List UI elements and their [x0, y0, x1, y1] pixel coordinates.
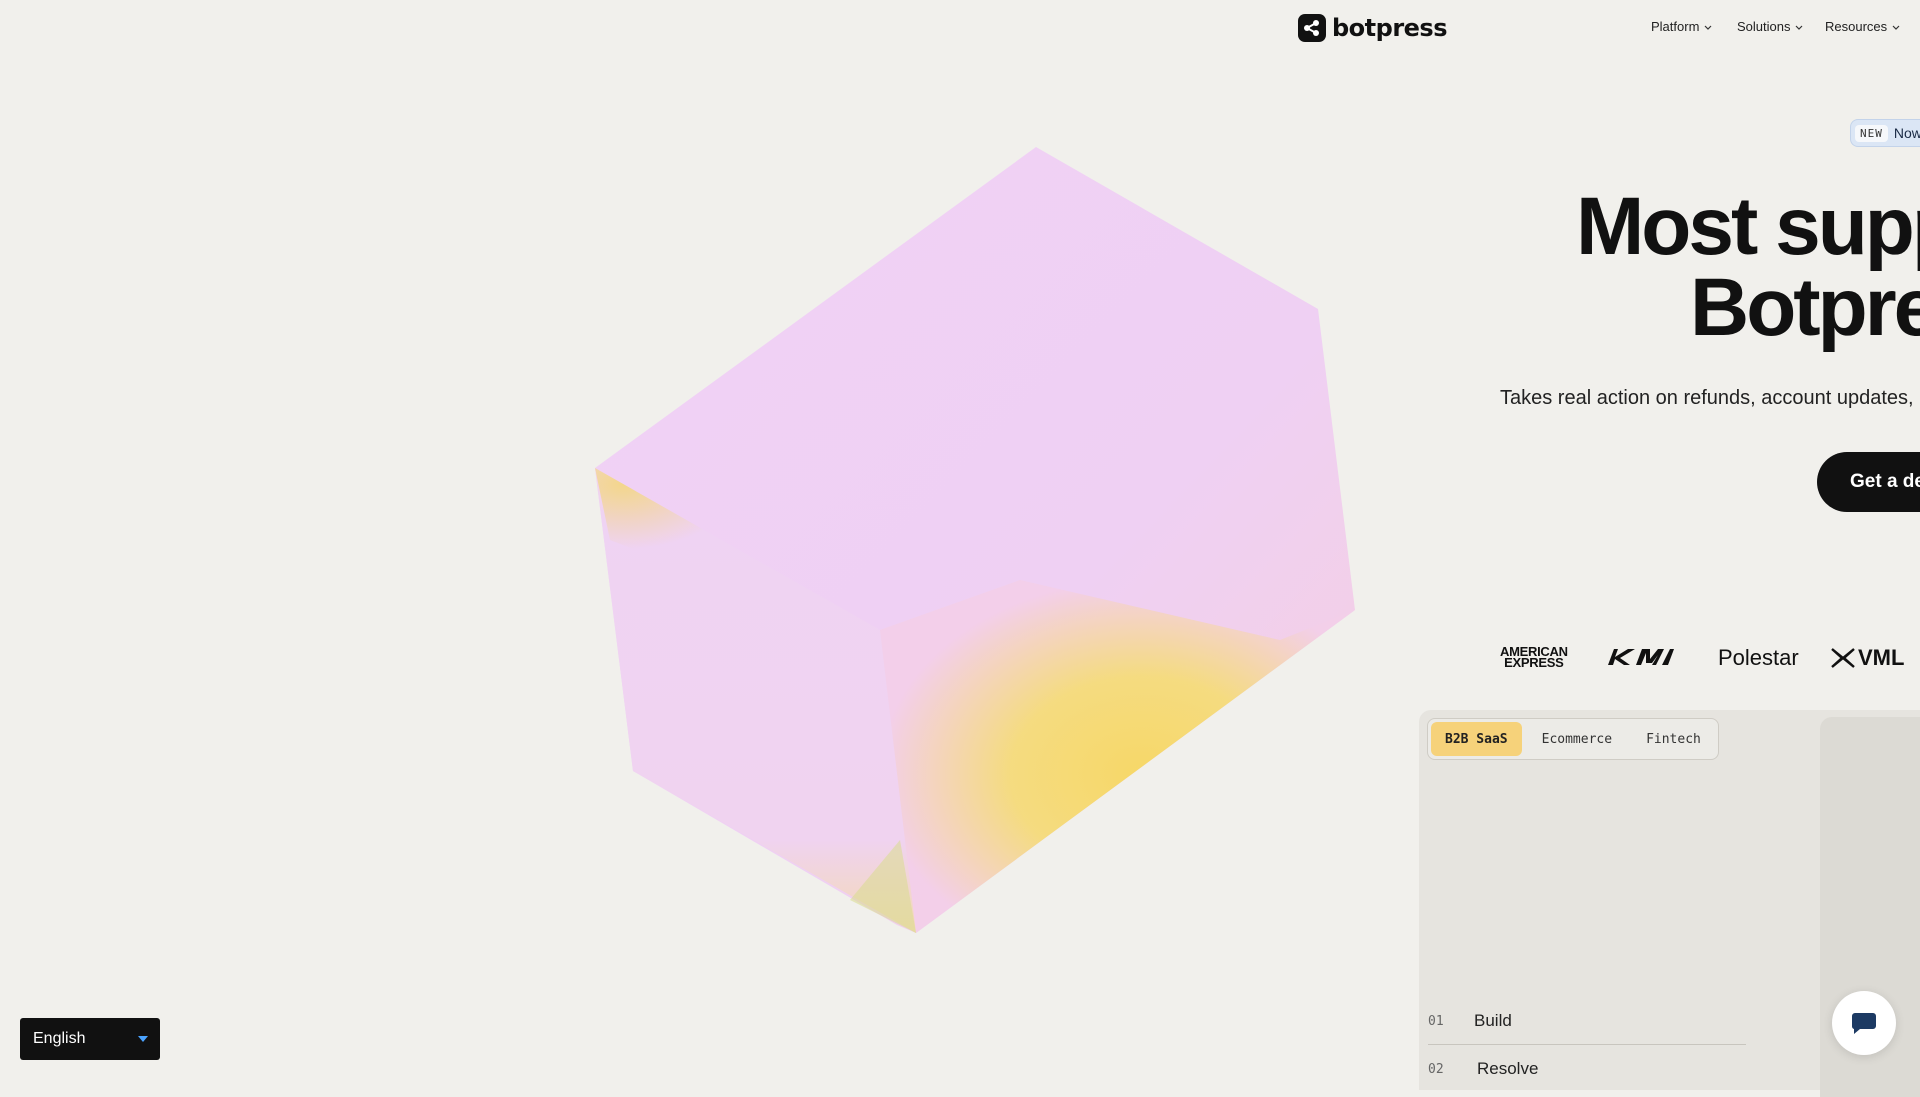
step-resolve[interactable]: 02 Resolve	[1428, 1059, 1538, 1079]
brand-name: botpress	[1332, 14, 1448, 42]
chevron-down-icon	[1796, 25, 1803, 30]
step-divider	[1428, 1044, 1746, 1045]
announcement-text: Now	[1893, 125, 1920, 141]
american-express-logo: AMERICAN EXPRESS	[1500, 645, 1568, 670]
tab-b2b-saas[interactable]: B2B SaaS	[1431, 722, 1522, 756]
chat-bubble-icon	[1851, 1013, 1876, 1034]
language-select-value: English	[33, 1030, 86, 1047]
step-number: 02	[1428, 1061, 1444, 1077]
vml-logo: VML	[1830, 645, 1904, 671]
tab-fintech[interactable]: Fintech	[1632, 722, 1715, 756]
nav-resources-label: Resources	[1825, 19, 1888, 34]
hero-title-line-2: Botpre	[1690, 262, 1920, 353]
nav-platform[interactable]: Platform	[1651, 19, 1713, 34]
hero-cube-illustration	[595, 147, 1355, 933]
hero-title-line-1: Most supp	[1576, 181, 1920, 272]
step-label: Build	[1474, 1011, 1512, 1030]
vml-mark-icon	[1831, 648, 1855, 668]
language-select[interactable]: English	[20, 1018, 160, 1060]
polestar-logo: Polestar	[1718, 645, 1799, 670]
step-number: 01	[1428, 1013, 1444, 1029]
kia-logo	[1606, 647, 1676, 672]
amex-line-2: EXPRESS	[1504, 655, 1564, 670]
chevron-down-icon	[1892, 25, 1900, 30]
get-a-demo-button[interactable]: Get a de	[1817, 452, 1920, 512]
new-tag: NEW	[1855, 124, 1888, 142]
chat-launcher-button[interactable]	[1832, 991, 1896, 1055]
industry-tabs: B2B SaaS Ecommerce Fintech	[1427, 718, 1719, 760]
caret-down-icon	[138, 1036, 148, 1042]
hero-subtitle: Takes real action on refunds, account up…	[1500, 387, 1920, 409]
nav-solutions-label: Solutions	[1737, 19, 1791, 34]
step-build[interactable]: 01 Build	[1428, 1011, 1512, 1031]
nav-solutions[interactable]: Solutions	[1737, 19, 1804, 34]
nav-platform-label: Platform	[1651, 19, 1700, 34]
tab-ecommerce[interactable]: Ecommerce	[1528, 722, 1626, 756]
chevron-down-icon	[1704, 25, 1712, 30]
botpress-logo-icon	[1298, 14, 1326, 42]
vml-logo-text: VML	[1858, 645, 1905, 670]
nav-resources[interactable]: Resources	[1825, 19, 1901, 34]
step-label: Resolve	[1477, 1059, 1539, 1078]
announcement-badge[interactable]: NEW Now	[1850, 119, 1920, 147]
brand-logo[interactable]: botpress	[1298, 14, 1448, 42]
